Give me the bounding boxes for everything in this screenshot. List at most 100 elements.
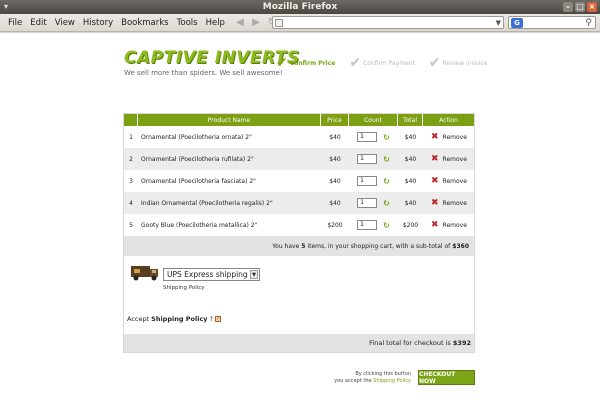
- menu-help[interactable]: Help: [202, 18, 229, 28]
- checkout-note-line1: By clicking this button: [355, 371, 411, 377]
- remove-x-icon[interactable]: ✖: [431, 220, 439, 230]
- menu-tools[interactable]: Tools: [173, 18, 202, 28]
- shipping-selected-value: UPS Express shipping: [167, 270, 248, 279]
- shipping-method-select[interactable]: UPS Express shipping ▼: [163, 268, 260, 281]
- menu-edit[interactable]: Edit: [26, 18, 50, 28]
- close-icon[interactable]: ×: [587, 2, 597, 12]
- site-favicon-icon: [275, 19, 283, 27]
- count-cell: 1 ↻: [349, 148, 398, 170]
- header-total: Total: [398, 114, 423, 126]
- final-total-bar: Final total for checkout is $392: [124, 334, 474, 352]
- menu-history[interactable]: History: [79, 18, 117, 28]
- ups-truck-icon: [131, 266, 158, 281]
- count-cell: 1 ↻: [349, 170, 398, 192]
- header-index: [124, 114, 138, 126]
- back-icon[interactable]: ◀: [233, 17, 247, 28]
- remove-x-icon[interactable]: ✖: [431, 176, 439, 186]
- subtotal-text: items, in your shopping cart, with a sub…: [307, 242, 451, 250]
- google-engine-icon[interactable]: G: [511, 18, 523, 28]
- final-total-amount: $392: [452, 339, 471, 347]
- chevron-down-icon[interactable]: ▼: [250, 270, 258, 279]
- forward-icon[interactable]: ▶: [249, 17, 263, 28]
- checkout-now-button[interactable]: CHECKOUT NOW: [418, 370, 475, 385]
- remove-button[interactable]: ✖ Remove: [423, 214, 474, 236]
- table-header: Product Name Price Count Total Action: [124, 114, 474, 126]
- update-quantity-icon[interactable]: ↻: [383, 177, 390, 186]
- quantity-input[interactable]: 1: [357, 132, 378, 142]
- row-index: 2: [129, 155, 133, 163]
- count-cell: 1 ↻: [349, 126, 398, 148]
- shipping-section: UPS Express shipping ▼ Shipping Policy A…: [124, 256, 474, 334]
- logo-text: CAPTIVE INVERTS: [124, 48, 300, 68]
- step-label: Confirm Price: [289, 59, 336, 67]
- url-input[interactable]: ▼: [272, 16, 504, 29]
- accept-policy-row: Accept Shipping Policy? ✓: [127, 315, 221, 323]
- update-quantity-icon[interactable]: ↻: [383, 221, 390, 230]
- cart-table: Product Name Price Count Total Action 1 …: [123, 113, 475, 353]
- search-input[interactable]: G ⚲: [508, 16, 596, 29]
- menu-bar: File Edit View History Bookmarks Tools H…: [0, 18, 229, 28]
- remove-label[interactable]: Remove: [443, 200, 467, 207]
- quantity-input[interactable]: 1: [357, 220, 378, 230]
- remove-button[interactable]: ✖ Remove: [423, 170, 474, 192]
- menu-file[interactable]: File: [4, 18, 26, 28]
- logo-tagline: We sell more than spiders. We sell aweso…: [124, 69, 283, 77]
- checkout-steps: ✔ Confirm Price ✔ Confirm Payment ✔ Revi…: [276, 55, 488, 71]
- url-dropdown-icon[interactable]: ▼: [496, 17, 501, 29]
- product-price: $40: [329, 133, 341, 141]
- browser-toolbar: File Edit View History Bookmarks Tools H…: [0, 14, 600, 32]
- update-quantity-icon[interactable]: ↻: [383, 199, 390, 208]
- product-name: Indian Ornamental (Poecilotheria regalis…: [141, 199, 273, 207]
- table-row: 2 Ornamental (Poecilotheria rufilata) 2"…: [124, 148, 474, 170]
- minimize-icon[interactable]: –: [563, 2, 573, 12]
- remove-label[interactable]: Remove: [443, 134, 467, 141]
- window-titlebar: ▾ Mozilla Firefox – □ ×: [0, 0, 600, 14]
- remove-label[interactable]: Remove: [443, 156, 467, 163]
- remove-x-icon[interactable]: ✖: [431, 198, 439, 208]
- accept-policy-name: Shipping Policy: [151, 315, 208, 323]
- quantity-input[interactable]: 1: [357, 198, 378, 208]
- menu-bookmarks[interactable]: Bookmarks: [117, 18, 173, 28]
- final-total-label: Final total for checkout is: [369, 339, 451, 347]
- quantity-input[interactable]: 1: [357, 176, 378, 186]
- accept-policy-checkbox[interactable]: ✓: [215, 316, 221, 322]
- remove-label[interactable]: Remove: [443, 178, 467, 185]
- table-row: 4 Indian Ornamental (Poecilotheria regal…: [124, 192, 474, 214]
- update-quantity-icon[interactable]: ↻: [383, 155, 390, 164]
- window-menu-icon[interactable]: ▾: [4, 3, 12, 11]
- shipping-policy-link[interactable]: Shipping Policy: [163, 285, 205, 291]
- page-viewport: CAPTIVE INVERTS We sell more than spider…: [0, 33, 600, 400]
- site-logo[interactable]: CAPTIVE INVERTS We sell more than spider…: [124, 48, 300, 77]
- accept-suffix: ?: [209, 315, 213, 323]
- remove-x-icon[interactable]: ✖: [431, 132, 439, 142]
- row-total: $40: [404, 177, 417, 185]
- step-label: Review Invoice: [442, 59, 488, 67]
- header-price: Price: [321, 114, 349, 126]
- step-review-invoice: ✔ Review Invoice: [428, 55, 488, 71]
- remove-label[interactable]: Remove: [443, 222, 467, 229]
- product-price: $40: [329, 155, 341, 163]
- product-name: Ornamental (Poecilotheria fasciata) 2": [141, 177, 256, 185]
- checkout-policy-link[interactable]: Shipping Policy: [373, 378, 411, 384]
- product-name: Ornamental (Poecilotheria ornata) 2": [141, 133, 252, 141]
- maximize-icon[interactable]: □: [575, 2, 585, 12]
- menu-view[interactable]: View: [51, 18, 79, 28]
- remove-button[interactable]: ✖ Remove: [423, 148, 474, 170]
- header-count: Count: [349, 114, 398, 126]
- row-index: 5: [129, 221, 133, 229]
- checkmark-icon: ✔: [428, 55, 441, 71]
- table-row: 3 Ornamental (Poecilotheria fasciata) 2"…: [124, 170, 474, 192]
- table-row: 1 Ornamental (Poecilotheria ornata) 2" $…: [124, 126, 474, 148]
- window-title: Mozilla Firefox: [262, 2, 338, 12]
- product-price: $40: [329, 177, 341, 185]
- remove-button[interactable]: ✖ Remove: [423, 126, 474, 148]
- remove-button[interactable]: ✖ Remove: [423, 192, 474, 214]
- subtotal-prefix: You have: [272, 242, 300, 250]
- count-cell: 1 ↻: [349, 214, 398, 236]
- row-total: $40: [404, 199, 417, 207]
- update-quantity-icon[interactable]: ↻: [383, 133, 390, 142]
- remove-x-icon[interactable]: ✖: [431, 154, 439, 164]
- search-icon[interactable]: ⚲: [585, 17, 592, 29]
- step-confirm-price: ✔ Confirm Price: [276, 56, 336, 70]
- quantity-input[interactable]: 1: [357, 154, 378, 164]
